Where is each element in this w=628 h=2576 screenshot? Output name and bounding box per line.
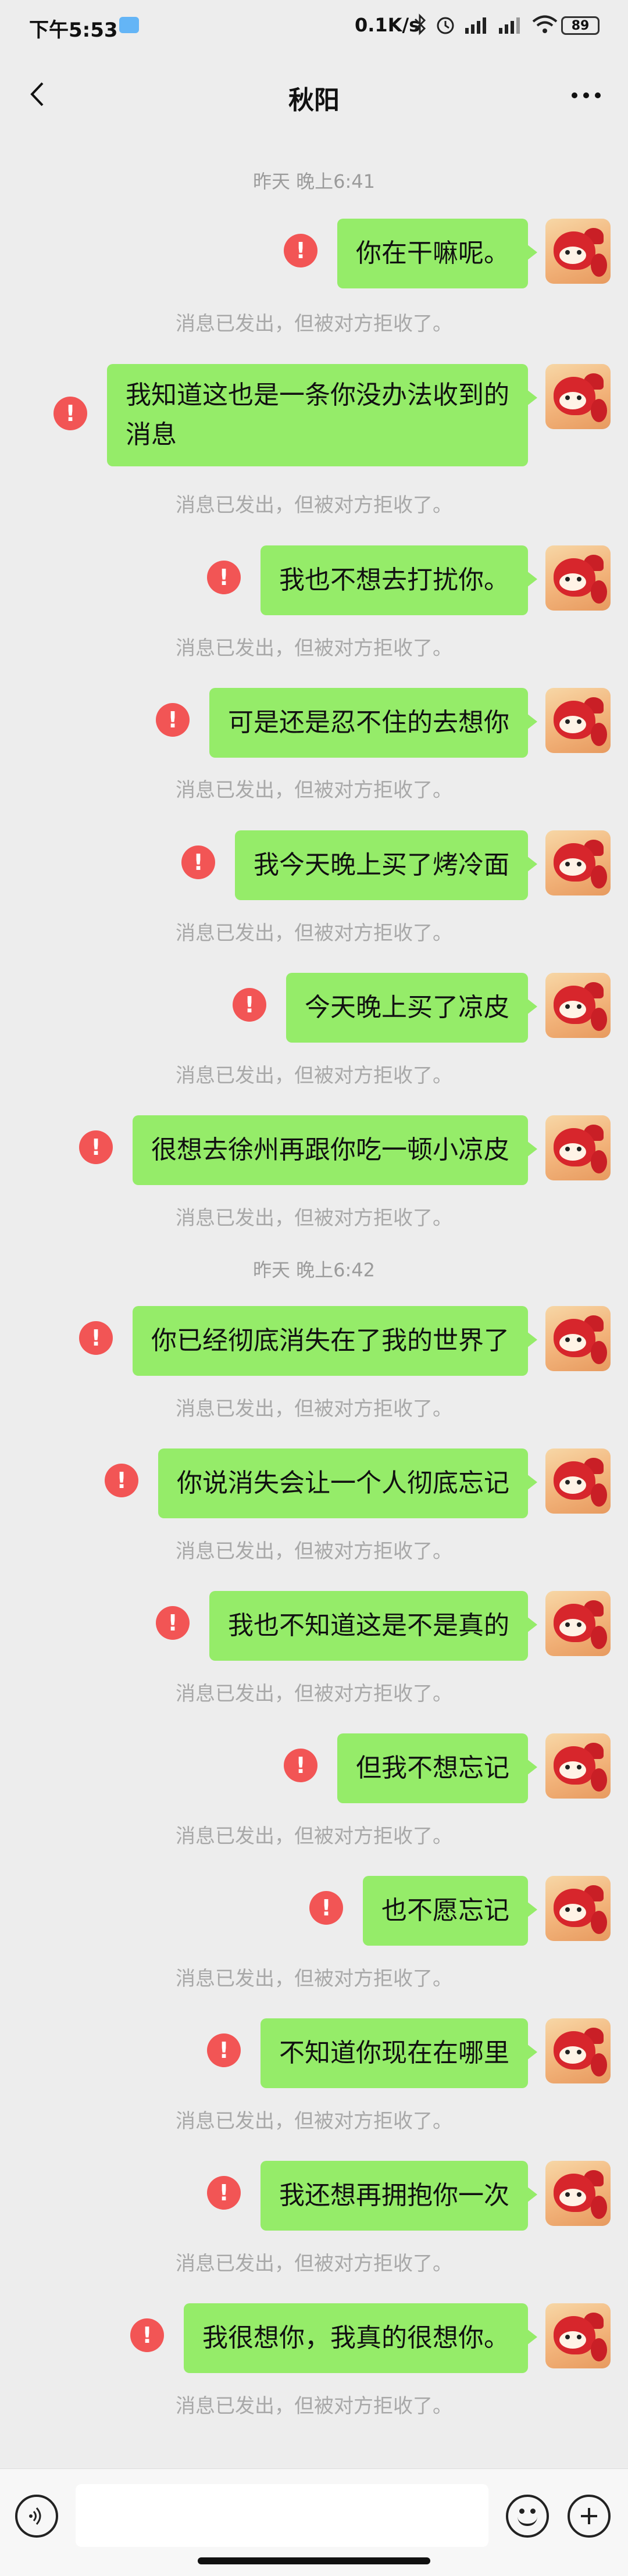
alarm-icon [437, 17, 454, 34]
status-time: 下午5:53 [29, 19, 118, 42]
send-failed-icon[interactable]: ! [284, 234, 317, 267]
rejected-notice: 消息已发出，但被对方拒收了。 [176, 312, 452, 336]
avatar[interactable] [545, 830, 611, 895]
message-row: ! 也不愿忘记 [309, 1876, 611, 1946]
message-bubble[interactable]: 今天晚上买了凉皮 [286, 973, 537, 1043]
message-row: ! 我也不想去打扰你。 [207, 545, 611, 615]
chat-header: 秋阳 [0, 56, 628, 131]
message-row: ! 可是还是忍不住的去想你 [156, 688, 611, 758]
rejected-notice: 消息已发出，但被对方拒收了。 [176, 494, 452, 517]
home-indicator[interactable] [198, 2557, 430, 2564]
send-failed-icon[interactable]: ! [79, 1130, 113, 1164]
emoji-icon[interactable] [506, 2495, 549, 2538]
send-failed-icon[interactable]: ! [309, 1891, 343, 1925]
rejected-notice: 消息已发出，但被对方拒收了。 [176, 1967, 452, 1990]
send-failed-icon[interactable]: ! [181, 845, 215, 879]
voice-icon[interactable] [15, 2495, 58, 2538]
rejected-notice: 消息已发出，但被对方拒收了。 [176, 2252, 452, 2275]
send-failed-icon[interactable]: ! [130, 2318, 164, 2352]
send-failed-icon[interactable]: ! [233, 988, 266, 1022]
message-bubble[interactable]: 我还想再拥抱你一次 [261, 2161, 537, 2231]
message-row: ! 我知道这也是一条你没办法收到的 消息 [53, 364, 611, 466]
message-bubble[interactable]: 我也不知道这是不是真的 [209, 1591, 537, 1661]
signal-icon-1 [465, 17, 486, 34]
message-row: ! 你已经彻底消失在了我的世界了 [79, 1306, 611, 1376]
avatar[interactable] [545, 1115, 611, 1180]
rejected-notice: 消息已发出，但被对方拒收了。 [176, 1825, 452, 1848]
message-row: ! 今天晚上买了凉皮 [233, 973, 611, 1043]
avatar[interactable] [545, 2018, 611, 2083]
rejected-notice: 消息已发出，但被对方拒收了。 [176, 2110, 452, 2133]
message-row: ! 我还想再拥抱你一次 [207, 2161, 611, 2231]
message-row: ! 但我不想忘记 [284, 1733, 611, 1803]
avatar[interactable] [545, 2161, 611, 2226]
send-failed-icon[interactable]: ! [156, 703, 190, 737]
message-bubble[interactable]: 你说消失会让一个人彻底忘记 [158, 1448, 537, 1518]
rejected-notice: 消息已发出，但被对方拒收了。 [176, 1397, 452, 1421]
message-row: ! 你说消失会让一个人彻底忘记 [105, 1448, 611, 1518]
rejected-notice: 消息已发出，但被对方拒收了。 [176, 779, 452, 802]
message-input[interactable] [76, 2484, 488, 2547]
rejected-notice: 消息已发出，但被对方拒收了。 [176, 1540, 452, 1563]
message-bubble[interactable]: 我知道这也是一条你没办法收到的 消息 [107, 364, 537, 466]
avatar[interactable] [545, 1733, 611, 1799]
avatar[interactable] [545, 973, 611, 1038]
message-row: ! 不知道你现在在哪里 [207, 2018, 611, 2088]
message-bubble[interactable]: 我也不想去打扰你。 [261, 545, 537, 615]
status-icons [413, 13, 559, 36]
rejected-notice: 消息已发出，但被对方拒收了。 [176, 1682, 452, 1706]
message-bubble[interactable]: 你已经彻底消失在了我的世界了 [133, 1306, 537, 1376]
battery-indicator: 89 [561, 16, 600, 35]
send-failed-icon[interactable]: ! [207, 2033, 241, 2067]
message-bubble[interactable]: 可是还是忍不住的去想你 [209, 688, 537, 758]
avatar[interactable] [545, 1306, 611, 1371]
send-failed-icon[interactable]: ! [207, 561, 241, 594]
chat-title: 秋阳 [288, 85, 340, 115]
message-bubble[interactable]: 也不愿忘记 [363, 1876, 537, 1946]
more-dots-icon[interactable] [568, 79, 605, 112]
send-failed-icon[interactable]: ! [53, 397, 87, 430]
message-row: ! 很想去徐州再跟你吃一顿小凉皮 [79, 1115, 611, 1185]
message-bubble[interactable]: 很想去徐州再跟你吃一顿小凉皮 [133, 1115, 537, 1185]
avatar[interactable] [545, 2303, 611, 2368]
status-bar: 下午5:53 0.1K/s 89 [0, 0, 628, 56]
send-failed-icon[interactable]: ! [284, 1749, 317, 1782]
notification-app-icon [119, 17, 139, 33]
message-row: ! 我今天晚上买了烤冷面 [181, 830, 611, 900]
avatar[interactable] [545, 1448, 611, 1514]
plus-icon[interactable] [568, 2495, 611, 2538]
message-bubble[interactable]: 但我不想忘记 [337, 1733, 537, 1803]
rejected-notice: 消息已发出，但被对方拒收了。 [176, 637, 452, 660]
message-bubble[interactable]: 不知道你现在在哪里 [261, 2018, 537, 2088]
time-divider: 昨天 晚上6:42 [252, 1259, 376, 1281]
rejected-notice: 消息已发出，但被对方拒收了。 [176, 922, 452, 945]
send-failed-icon[interactable]: ! [79, 1321, 113, 1355]
avatar[interactable] [545, 688, 611, 753]
send-failed-icon[interactable]: ! [207, 2176, 241, 2210]
rejected-notice: 消息已发出，但被对方拒收了。 [176, 2395, 452, 2418]
bluetooth-icon [414, 13, 426, 35]
avatar[interactable] [545, 364, 611, 429]
rejected-notice: 消息已发出，但被对方拒收了。 [176, 1064, 452, 1087]
time-divider: 昨天 晚上6:41 [252, 170, 376, 192]
message-row: ! 你在干嘛呢。 [284, 219, 611, 288]
network-speed: 0.1K/s [355, 14, 420, 36]
send-failed-icon[interactable]: ! [105, 1464, 138, 1497]
wifi-icon [532, 15, 558, 33]
message-bubble[interactable]: 你在干嘛呢。 [337, 219, 537, 288]
avatar[interactable] [545, 1591, 611, 1656]
message-bubble[interactable]: 我很想你，我真的很想你。 [184, 2303, 537, 2373]
send-failed-icon[interactable]: ! [156, 1606, 190, 1640]
avatar[interactable] [545, 545, 611, 611]
message-row: ! 我也不知道这是不是真的 [156, 1591, 611, 1661]
signal-icon-2 [499, 17, 520, 34]
message-bubble[interactable]: 我今天晚上买了烤冷面 [235, 830, 537, 900]
avatar[interactable] [545, 1876, 611, 1941]
rejected-notice: 消息已发出，但被对方拒收了。 [176, 1207, 452, 1230]
message-row: ! 我很想你，我真的很想你。 [130, 2303, 611, 2373]
avatar[interactable] [545, 219, 611, 284]
